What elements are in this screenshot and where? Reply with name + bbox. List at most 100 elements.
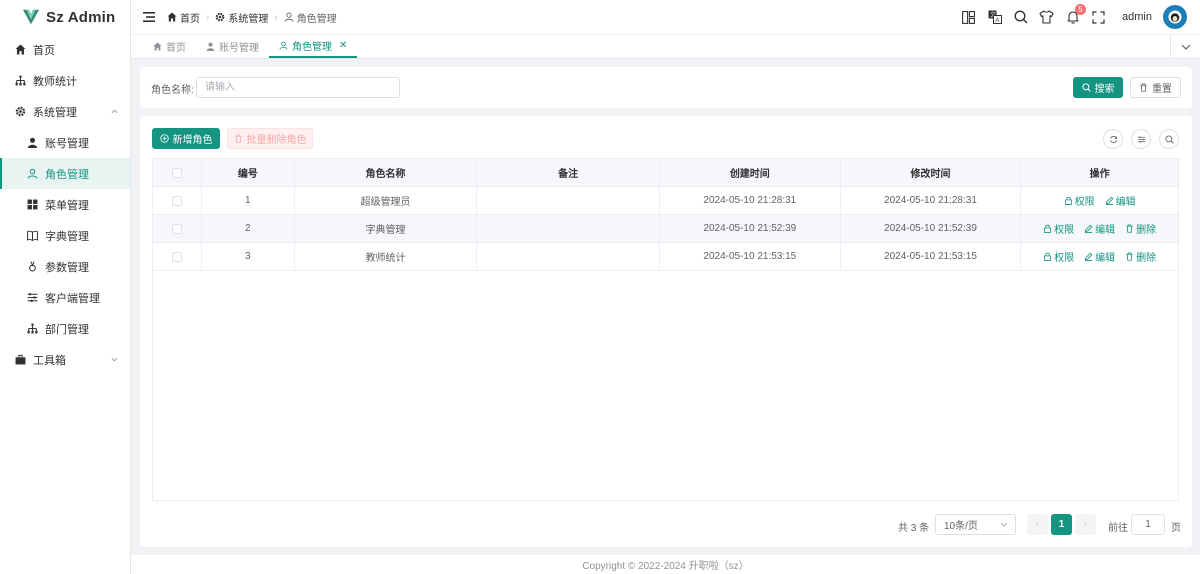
page-unit-label: 页 [1171, 523, 1181, 534]
breadcrumb-system[interactable]: 系统管理 [215, 10, 268, 25]
header-actions: 文A 5 admin [961, 3, 1200, 29]
fullscreen-icon[interactable] [1091, 10, 1106, 25]
column-settings-button[interactable] [1131, 129, 1151, 149]
edit-button[interactable]: 编辑 [1084, 221, 1115, 236]
top-header: 首页 › 系统管理 › 角色管理 文A 5 ad [131, 0, 1200, 34]
sidebar-item-0[interactable]: 首页 [0, 34, 130, 65]
search-icon[interactable] [1013, 10, 1028, 25]
edit-icon [1105, 196, 1114, 205]
lock-icon [1064, 196, 1072, 205]
column-header: 编号 [202, 159, 295, 186]
sidebar-item-label: 菜单管理 [45, 199, 89, 212]
cell-remark [477, 243, 660, 270]
prev-page-button[interactable]: ‹ [1027, 514, 1048, 535]
batch-delete-button[interactable]: 批量删除角色 [227, 128, 313, 149]
permission-button[interactable]: 权限 [1043, 221, 1074, 236]
sidebar-menu: 首页 教师统计 系统管理 账号管理角色管理菜单管理字典管理参数管理客户端管理部门管理工… [0, 34, 130, 375]
delete-button[interactable]: 删除 [1125, 221, 1156, 236]
sidebar-item-label: 参数管理 [45, 261, 89, 274]
refresh-button[interactable] [1103, 129, 1123, 149]
gear-icon [15, 106, 26, 117]
user-outline-icon [284, 12, 294, 22]
sidebar-item-3[interactable]: 账号管理 [0, 127, 130, 158]
menu-toggle-icon[interactable] [143, 12, 155, 22]
cell-updated: 2024-05-10 21:28:31 [841, 187, 1022, 214]
sidebar-item-10[interactable]: 工具箱 [0, 344, 130, 375]
sidebar-item-7[interactable]: 参数管理 [0, 251, 130, 282]
chevron-up-icon [111, 109, 118, 114]
cell-created: 2024-05-10 21:52:39 [660, 215, 841, 242]
notification-bell-icon[interactable]: 5 [1065, 3, 1087, 25]
search-icon [1081, 83, 1091, 92]
table-row: 2 字典管理 2024-05-10 21:52:39 2024-05-10 21:52… [153, 215, 1178, 243]
sidebar-item-1[interactable]: 教师统计 [0, 65, 130, 96]
sidebar-item-4[interactable]: 角色管理 [0, 158, 130, 189]
total-count: 共 3 条 [898, 523, 930, 534]
edit-button[interactable]: 编辑 [1105, 193, 1136, 208]
sidebar-item-label: 角色管理 [45, 168, 89, 181]
permission-button[interactable]: 权限 [1043, 249, 1074, 264]
cell-remark [477, 187, 660, 214]
username[interactable]: admin [1122, 11, 1152, 23]
cell-remark [477, 215, 660, 242]
sliders-icon [1137, 135, 1145, 143]
reset-button[interactable]: 重置 [1130, 77, 1181, 98]
app-logo[interactable]: Sz Admin [0, 0, 130, 34]
column-header: 修改时间 [841, 159, 1022, 186]
tab-close-icon[interactable]: ✕ [339, 40, 347, 51]
row-checkbox[interactable] [171, 223, 182, 234]
column-header: 创建时间 [660, 159, 841, 186]
sidebar-item-9[interactable]: 部门管理 [0, 313, 130, 344]
current-page[interactable]: 1 [1051, 514, 1072, 535]
copyright-text: Copyright © 2022-2024 升职啦（sz） [582, 561, 749, 572]
avatar[interactable] [1163, 5, 1187, 29]
tab-home[interactable]: 首页 [143, 34, 196, 58]
chevron-down-icon [1000, 522, 1008, 527]
table-row: 1 超级管理员 2024-05-10 21:28:31 2024-05-10 21:2… [153, 187, 1178, 215]
role-name-label: 角色名称: [151, 85, 194, 96]
role-name-input[interactable] [196, 77, 400, 98]
tab-account[interactable]: 账号管理 [196, 34, 269, 58]
row-checkbox[interactable] [171, 195, 182, 206]
cell-id: 3 [202, 243, 295, 270]
toolbox-icon [15, 354, 26, 365]
edit-button[interactable]: 编辑 [1084, 249, 1115, 264]
sidebar-item-2[interactable]: 系统管理 [0, 96, 130, 127]
sidebar-item-label: 字典管理 [45, 230, 89, 243]
breadcrumb-home[interactable]: 首页 [167, 10, 200, 25]
search-button[interactable]: 搜索 [1073, 77, 1123, 98]
table-header: 编号 角色名称 备注 创建时间 修改时间 操作 [153, 159, 1178, 187]
goto-label: 前往 [1108, 523, 1128, 534]
user-outline-icon [27, 168, 38, 179]
select-all-checkbox[interactable] [171, 167, 182, 178]
user-icon [206, 42, 215, 51]
row-select-cell [153, 187, 202, 214]
delete-button[interactable]: 删除 [1125, 249, 1156, 264]
tabs-more-button[interactable] [1170, 35, 1200, 59]
next-page-button[interactable]: › [1075, 514, 1096, 535]
lock-icon [1044, 224, 1052, 233]
row-checkbox[interactable] [171, 251, 182, 262]
sidebar-item-5[interactable]: 菜单管理 [0, 189, 130, 220]
table-panel: 新增角色 批量删除角色 编号 角色名称 备注 创建时间 修改时间 操作 1 超级管… [140, 116, 1192, 547]
sidebar-item-6[interactable]: 字典管理 [0, 220, 130, 251]
lock-icon [1044, 252, 1052, 261]
breadcrumb: 首页 › 系统管理 › 角色管理 [167, 10, 337, 25]
tab-role[interactable]: 角色管理 ✕ [269, 34, 358, 58]
layout-icon[interactable] [961, 10, 976, 25]
toggle-search-button[interactable] [1159, 129, 1179, 149]
cell-role-name: 教师统计 [295, 243, 478, 270]
permission-button[interactable]: 权限 [1064, 193, 1095, 208]
sidebar-item-8[interactable]: 客户端管理 [0, 282, 130, 313]
theme-shirt-icon[interactable] [1039, 10, 1054, 25]
home-icon [15, 44, 26, 55]
breadcrumb-current: 角色管理 [284, 10, 337, 25]
page-size-select[interactable]: 10条/页 [935, 514, 1016, 535]
app-title: Sz Admin [46, 8, 116, 26]
goto-page-input[interactable] [1131, 514, 1165, 535]
cell-role-name: 字典管理 [295, 215, 478, 242]
translate-icon[interactable]: 文A [987, 10, 1002, 25]
sidebar-item-label: 部门管理 [45, 323, 89, 336]
column-header: 备注 [477, 159, 660, 186]
add-role-button[interactable]: 新增角色 [152, 128, 220, 149]
